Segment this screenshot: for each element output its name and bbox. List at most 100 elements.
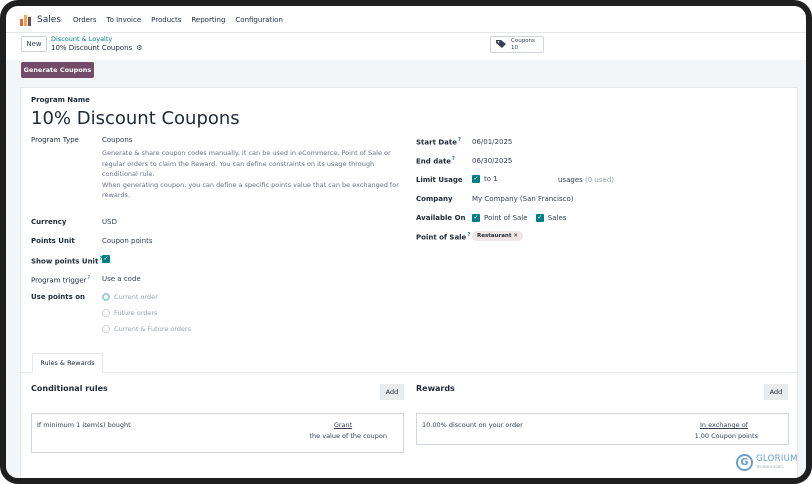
radio-label: Future orders	[114, 309, 158, 317]
program-trigger-field[interactable]: Use a code	[102, 275, 141, 283]
breadcrumb-parent[interactable]: Discount & Loyalty	[51, 35, 112, 43]
coupons-smart-button[interactable]: Coupons 10	[490, 36, 544, 53]
point-of-sale-field[interactable]: Restaurant ✕	[472, 231, 523, 241]
watermark-name: GLORIUM	[756, 453, 798, 464]
sales-app-icon	[20, 14, 31, 26]
checkbox-checked-icon: ✓	[102, 255, 110, 263]
end-date-label: End date?	[416, 156, 455, 165]
program-type-value[interactable]: Coupons	[102, 136, 132, 144]
glorium-logo-icon: G	[736, 454, 753, 471]
radio-unselected-icon	[102, 309, 110, 317]
end-date-field[interactable]: 06/30/2025	[472, 157, 512, 165]
points-unit-label: Points Unit	[31, 237, 75, 245]
point-of-sale-text: Point of Sale	[416, 233, 467, 242]
add-reward-button[interactable]: Add	[764, 384, 788, 400]
desc-line: rewards.	[102, 191, 130, 199]
radio-label: Current order	[114, 293, 158, 301]
program-name-field[interactable]: 10% Discount Coupons	[31, 108, 240, 129]
help-icon[interactable]: ?	[458, 137, 461, 143]
tags-icon	[496, 39, 507, 51]
control-panel: New Discount & Loyalty 10% Discount Coup…	[20, 34, 806, 60]
coupons-label: Coupons	[511, 37, 535, 44]
available-on-label: Available On	[416, 214, 466, 222]
watermark-tagline: TECHNOLOGIES	[756, 464, 784, 469]
exchange-value: 1.00 Coupon points	[694, 432, 758, 440]
top-navbar: Sales Orders To Invoice Products Reporti…	[20, 10, 806, 30]
desc-line: conditional rule.	[102, 170, 155, 178]
menu-products[interactable]: Products	[151, 16, 181, 24]
help-icon[interactable]: ?	[467, 232, 470, 238]
sales-checkbox[interactable]: ✓	[535, 214, 544, 222]
pos-tag: Restaurant ✕	[472, 231, 523, 241]
radio-current-order[interactable]: Current order	[102, 292, 158, 301]
available-pos-label: Point of Sale	[484, 214, 528, 222]
exchange-label: In exchange of	[700, 421, 748, 429]
gear-icon[interactable]: ⚙	[136, 44, 142, 52]
radio-future-orders[interactable]: Future orders	[102, 308, 158, 317]
add-rule-button[interactable]: Add	[380, 384, 404, 400]
company-label: Company	[416, 195, 453, 203]
help-icon[interactable]: ?	[87, 275, 90, 281]
usages-text: usages (0 used)	[558, 176, 614, 184]
grant-label: Grant	[333, 421, 353, 429]
menu-configuration[interactable]: Configuration	[235, 16, 282, 24]
reward-description: 10.00% discount on your order	[422, 421, 523, 429]
rewards-title: Rewards	[416, 384, 455, 393]
usages-label: usages	[558, 176, 583, 184]
rule-row[interactable]: If minimum 1 item(s) bought Grant the va…	[31, 413, 404, 453]
menu-orders[interactable]: Orders	[73, 16, 97, 24]
menu-to-invoice[interactable]: To Invoice	[107, 16, 142, 24]
radio-unselected-icon	[102, 325, 110, 333]
menu-reporting[interactable]: Reporting	[191, 16, 225, 24]
start-date-label: Start Date?	[416, 137, 461, 146]
show-points-unit-checkbox[interactable]: ✓	[102, 255, 114, 263]
app-window: Sales Orders To Invoice Products Reporti…	[0, 0, 812, 484]
pos-tag-label: Restaurant	[477, 233, 512, 239]
conditional-rules-title: Conditional rules	[31, 384, 108, 393]
program-type-description: Generate & share coupon codes manually. …	[102, 148, 402, 201]
tab-rules-rewards[interactable]: Rules & Rewards	[32, 353, 103, 373]
limit-usage-checkbox[interactable]: ✓	[472, 175, 480, 183]
radio-label: Current & Future orders	[114, 325, 192, 333]
show-points-unit-label: Show points Unit?	[31, 256, 102, 265]
coupons-count: 10	[511, 44, 518, 51]
generate-coupons-button[interactable]: Generate Coupons	[21, 62, 94, 78]
available-on-field: ✓ Point of Sale ✓ Sales	[472, 214, 566, 222]
close-icon[interactable]: ✕	[513, 233, 518, 239]
currency-field[interactable]: USD	[102, 218, 117, 226]
breadcrumb-current: 10% Discount Coupons ⚙	[51, 44, 142, 52]
program-trigger-text: Program trigger	[31, 276, 87, 285]
currency-label: Currency	[31, 218, 67, 226]
points-unit-field[interactable]: Coupon points	[102, 237, 153, 245]
radio-selected-icon	[102, 293, 110, 301]
desc-line: Generate & share coupon codes manually. …	[102, 149, 391, 157]
limit-usage-count[interactable]: to 1	[484, 175, 498, 183]
radio-current-future-orders[interactable]: Current & Future orders	[102, 324, 191, 333]
tabs-divider	[21, 372, 797, 373]
pos-checkbox[interactable]: ✓	[472, 214, 480, 222]
breadcrumb-current-label: 10% Discount Coupons	[51, 44, 133, 52]
show-points-unit-text: Show points Unit	[31, 257, 99, 266]
limit-usage-row: ✓ to 1	[472, 175, 498, 183]
point-of-sale-label: Point of Sale?	[416, 232, 470, 241]
end-date-text: End date	[416, 157, 452, 166]
desc-line: When generating coupon, you can define a…	[102, 180, 399, 189]
start-date-text: Start Date	[416, 138, 457, 147]
rule-condition: If minimum 1 item(s) bought	[37, 421, 131, 429]
watermark-logo: G GLORIUM TECHNOLOGIES	[736, 454, 798, 471]
limit-usage-label: Limit Usage	[416, 176, 463, 184]
start-date-field[interactable]: 06/01/2025	[472, 138, 512, 146]
grant-value: the value of the coupon	[309, 432, 387, 440]
company-field[interactable]: My Company (San Francisco)	[472, 195, 573, 203]
use-points-on-label: Use points on	[31, 293, 85, 301]
help-icon[interactable]: ?	[452, 156, 455, 162]
usages-used: (0 used)	[585, 176, 614, 184]
program-name-label: Program Name	[31, 96, 90, 104]
app-brand[interactable]: Sales	[20, 14, 61, 26]
app-name: Sales	[37, 15, 61, 25]
available-sales-label: Sales	[547, 214, 567, 222]
program-type-label: Program Type	[31, 136, 79, 144]
new-button[interactable]: New	[21, 36, 47, 52]
desc-line: regular orders to claim the Reward. You …	[102, 159, 375, 168]
reward-row[interactable]: 10.00% discount on your order In exchang…	[416, 413, 789, 445]
